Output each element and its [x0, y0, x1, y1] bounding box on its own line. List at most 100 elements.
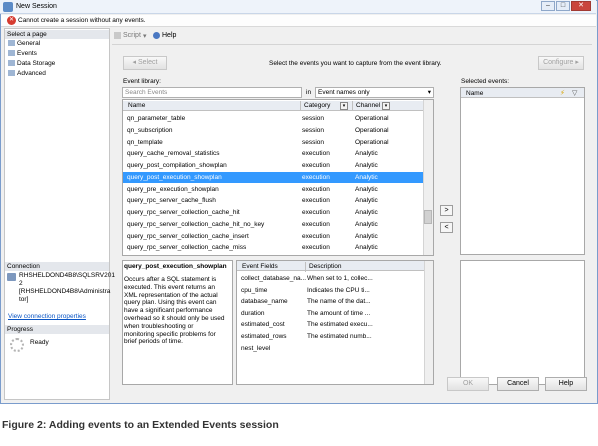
select-page-header: Select a page: [5, 30, 109, 39]
chevron-down-icon: ▾: [427, 89, 431, 96]
event-category: execution: [302, 185, 330, 193]
event-channel: Analytic: [355, 173, 378, 181]
page-item-data-storage[interactable]: Data Storage: [8, 60, 55, 67]
view-connection-properties-link[interactable]: View connection properties: [8, 313, 108, 321]
field-row[interactable]: nest_level: [238, 343, 424, 355]
field-row[interactable]: collect_database_na... When set to 1, col…: [238, 273, 424, 285]
table-row[interactable]: query_rpc_server_collection_cache_hit_no…: [123, 219, 423, 231]
event-category: session: [302, 138, 325, 146]
field-description: When set to 1, collec...: [307, 275, 373, 282]
event-channel: Analytic: [355, 220, 378, 228]
event-category: execution: [302, 197, 330, 205]
description-line: overhead so it should only be used: [124, 314, 225, 322]
table-row[interactable]: query_rpc_server_collection_cache_insert…: [123, 231, 423, 243]
field-row[interactable]: database_name The name of the dat...: [238, 296, 424, 308]
field-row[interactable]: cpu_time Indicates the CPU ti...: [238, 285, 424, 297]
page-item-general[interactable]: General: [8, 40, 40, 47]
event-name: query_post_compilation_showplan: [127, 162, 227, 169]
toolbar-help-button[interactable]: Help: [162, 32, 176, 39]
grid-scrollbar-thumb[interactable]: [424, 210, 432, 224]
event-name: query_rpc_server_collection_cache_hit: [127, 209, 240, 216]
selected-events-label: Selected events:: [461, 78, 510, 85]
maximize-button[interactable]: □: [556, 1, 570, 11]
event-name: query_rpc_server_collection_cache_hit_no…: [127, 220, 265, 228]
event-channel: Analytic: [355, 244, 378, 252]
select-button[interactable]: ◂ Select: [123, 56, 167, 70]
table-row[interactable]: query_post_execution_showplan execution An…: [123, 171, 423, 184]
event-channel: Analytic: [355, 209, 378, 216]
close-button[interactable]: ✕: [571, 1, 591, 11]
field-row[interactable]: estimated_rows The estimated numb...: [238, 331, 424, 343]
figure-caption: Figure 2: Adding events to an Extended E…: [2, 419, 279, 431]
field-row[interactable]: duration The amount of time ...: [238, 308, 424, 320]
grid-scrollbar[interactable]: [423, 100, 433, 255]
selected-column-header-name[interactable]: Name: [463, 89, 483, 99]
description-line: brief periods of time.: [124, 338, 183, 346]
field-row[interactable]: estimated_cost The estimated execu...: [238, 319, 424, 331]
fields-scrollbar[interactable]: [424, 261, 433, 384]
table-row[interactable]: query_pre_execution_showplan execution Ana…: [123, 184, 423, 196]
event-channel: Operational: [355, 138, 389, 146]
cancel-button[interactable]: Cancel: [497, 377, 539, 391]
description-line: query plan. Using this event can: [124, 299, 217, 307]
field-description: The estimated execu...: [307, 321, 373, 329]
page-item-events[interactable]: Events: [8, 50, 37, 57]
channel-filter-icon[interactable]: ▾: [382, 102, 390, 110]
window-title: New Session: [16, 3, 57, 10]
column-header-name[interactable]: Name: [125, 101, 295, 111]
event-channel: Operational: [355, 126, 389, 134]
connection-info: RHSHELDOND4B8\SQLSRV201 2 [RHSHELDOND4B8…: [19, 272, 115, 303]
field-name: nest_level: [241, 344, 271, 352]
filter-icon[interactable]: ▽: [572, 89, 577, 97]
category-filter-icon[interactable]: ▾: [340, 102, 348, 110]
script-dropdown-icon[interactable]: ▾: [143, 32, 147, 40]
ok-button[interactable]: OK: [447, 377, 489, 391]
event-name: qn_subscription: [127, 126, 173, 134]
configure-button[interactable]: Configure ▸: [538, 56, 584, 70]
description-line: when troubleshooting or: [124, 322, 194, 330]
table-row[interactable]: qn_subscription session Operational: [123, 125, 423, 137]
progress-spinner-icon: [10, 338, 24, 352]
script-icon: [114, 32, 121, 39]
help-button[interactable]: Help: [545, 377, 587, 391]
description-text: Occurs after a SQL statement is executed.…: [124, 276, 232, 346]
page-icon: [8, 60, 15, 66]
event-category: execution: [302, 232, 330, 240]
description-title: query_post_execution_showplan: [124, 263, 227, 270]
table-row[interactable]: qn_parameter_table session Operational: [123, 113, 423, 125]
script-button[interactable]: Script: [123, 32, 141, 39]
column-header-channel[interactable]: Channel: [352, 101, 402, 111]
event-category: execution: [302, 220, 330, 228]
event-name: query_rpc_server_collection_cache_miss: [127, 244, 247, 252]
event-library-label: Event library:: [123, 78, 161, 85]
minimize-button[interactable]: –: [541, 1, 555, 11]
field-description: The name of the dat...: [307, 298, 371, 306]
description-line: have a significant performance: [124, 307, 213, 315]
table-row[interactable]: query_rpc_server_cache_flush execution Ana…: [123, 195, 423, 207]
column-header-event-fields[interactable]: Event Fields: [239, 262, 278, 272]
description-line: executed. This event returns an: [124, 283, 215, 291]
filter-select[interactable]: Event names only ▾: [315, 87, 434, 98]
field-name: cpu_time: [241, 286, 268, 294]
event-category: session: [302, 115, 325, 122]
table-row[interactable]: query_rpc_server_collection_cache_miss ex…: [123, 242, 423, 254]
table-row[interactable]: query_rpc_server_collection_cache_hit exe…: [123, 207, 423, 219]
description-line: Occurs after a SQL statement is: [124, 276, 217, 283]
event-channel: Analytic: [355, 150, 378, 158]
add-event-button[interactable]: >: [440, 205, 453, 216]
search-events-input[interactable]: Search Events: [122, 87, 302, 98]
table-row[interactable]: qn_template session Operational: [123, 137, 423, 149]
table-row[interactable]: query_cache_removal_statistics execution A…: [123, 148, 423, 160]
column-header-description[interactable]: Description: [305, 262, 342, 272]
field-name: database_name: [241, 298, 288, 306]
page-item-advanced[interactable]: Advanced: [8, 70, 46, 77]
remove-event-button[interactable]: <: [440, 222, 453, 233]
event-category: execution: [302, 162, 330, 169]
page-icon: [8, 70, 15, 76]
lightning-icon[interactable]: ⚡: [560, 89, 565, 97]
description-line: monitoring specific problems for: [124, 330, 216, 338]
event-category: session: [302, 126, 325, 134]
table-row[interactable]: query_post_compilation_showplan execution…: [123, 160, 423, 172]
event-channel: Operational: [355, 115, 389, 122]
event-category: execution: [302, 209, 330, 216]
